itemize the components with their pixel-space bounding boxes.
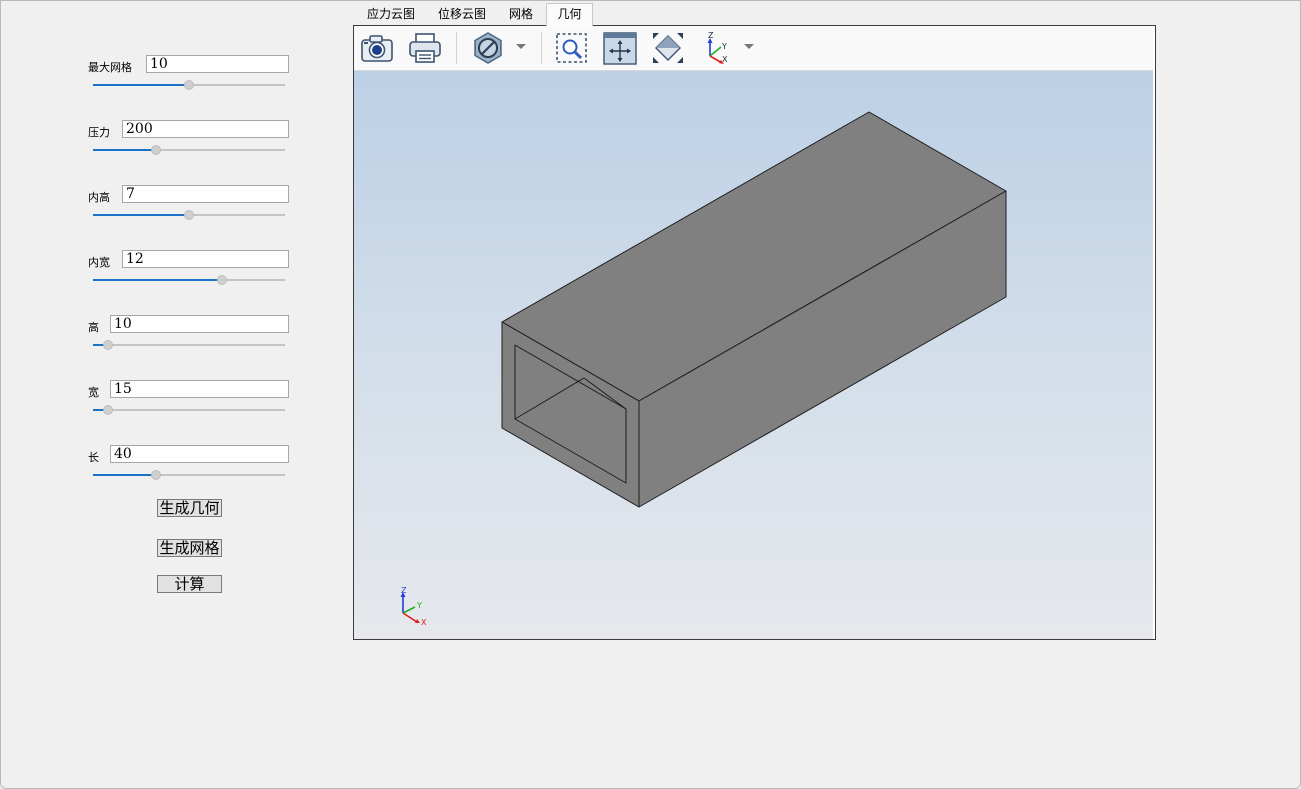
toolbar-separator [541, 32, 542, 64]
param-height: 高 [88, 315, 289, 365]
slider-fill [93, 149, 157, 151]
slider-thumb[interactable] [103, 340, 114, 350]
toolbar-separator [456, 32, 457, 64]
slider-thumb[interactable] [151, 470, 162, 480]
param-label-length: 长 [88, 451, 99, 464]
inner-height-slider[interactable] [93, 210, 285, 220]
slider-fill [93, 474, 157, 476]
triad-y-label: Y [416, 601, 422, 610]
param-length: 长 [88, 445, 289, 495]
param-label-inner-height: 内高 [88, 191, 110, 204]
inner-height-input[interactable] [122, 185, 289, 203]
tab-geometry[interactable]: 几何 [546, 3, 593, 26]
slider-thumb[interactable] [216, 275, 227, 285]
inner-width-input[interactable] [122, 250, 289, 268]
slider-fill [93, 279, 222, 281]
fit-all-icon[interactable] [650, 30, 686, 66]
slider-thumb[interactable] [184, 80, 194, 90]
display-mode-icon[interactable] [470, 30, 506, 66]
generate-mesh-button[interactable]: 生成网格 [157, 539, 222, 557]
chevron-down-icon[interactable] [744, 44, 754, 49]
height-input[interactable] [110, 315, 289, 333]
svg-text:X: X [722, 55, 728, 64]
length-slider[interactable] [93, 470, 285, 480]
slider-fill [93, 84, 189, 86]
compute-button[interactable]: 计算 [157, 575, 222, 593]
rectangular-tube-model [501, 111, 1007, 508]
tab-displacement-contour[interactable]: 位移云图 [429, 4, 495, 25]
param-width: 宽 [88, 380, 289, 430]
param-max-mesh: 最大网格 [88, 55, 289, 105]
app-window: 最大网格 压力 内高 内宽 [0, 0, 1301, 789]
param-label-width: 宽 [88, 386, 99, 399]
view-axes-icon[interactable]: Z Y X [698, 30, 734, 66]
triad-z-label: Z [401, 586, 407, 595]
param-label-max-mesh: 最大网格 [88, 61, 132, 74]
param-label-height: 高 [88, 321, 99, 334]
generate-geometry-button[interactable]: 生成几何 [157, 499, 222, 517]
camera-icon[interactable] [359, 30, 395, 66]
slider-thumb[interactable] [184, 210, 194, 220]
slider-thumb[interactable] [151, 145, 162, 155]
length-input[interactable] [110, 445, 289, 463]
viewport-scene[interactable]: Z Y X [354, 71, 1153, 639]
slider-thumb[interactable] [103, 405, 114, 415]
max-mesh-input[interactable] [146, 55, 289, 73]
param-label-inner-width: 内宽 [88, 256, 110, 269]
pan-icon[interactable] [602, 30, 638, 66]
width-slider[interactable] [93, 405, 285, 415]
3d-viewer[interactable]: Z Y X Z Y X [353, 25, 1156, 640]
param-inner-width: 内宽 [88, 250, 289, 300]
pressure-input[interactable] [122, 120, 289, 138]
triad-x-label: X [421, 618, 427, 627]
axis-triad: Z Y X [400, 586, 427, 627]
svg-text:Z: Z [708, 31, 714, 40]
param-pressure: 压力 [88, 120, 289, 170]
chevron-down-icon[interactable] [516, 44, 526, 49]
svg-text:Y: Y [721, 42, 727, 51]
tab-stress-contour[interactable]: 应力云图 [357, 4, 425, 25]
inner-width-slider[interactable] [93, 275, 285, 285]
pressure-slider[interactable] [93, 145, 285, 155]
param-label-pressure: 压力 [88, 126, 110, 139]
height-slider[interactable] [93, 340, 285, 350]
width-input[interactable] [110, 380, 289, 398]
printer-icon[interactable] [407, 30, 443, 66]
zoom-window-icon[interactable] [554, 30, 590, 66]
slider-fill [93, 214, 189, 216]
max-mesh-slider[interactable] [93, 80, 285, 90]
param-inner-height: 内高 [88, 185, 289, 235]
viewer-toolbar: Z Y X [354, 26, 1153, 71]
tab-mesh[interactable]: 网格 [501, 4, 541, 25]
